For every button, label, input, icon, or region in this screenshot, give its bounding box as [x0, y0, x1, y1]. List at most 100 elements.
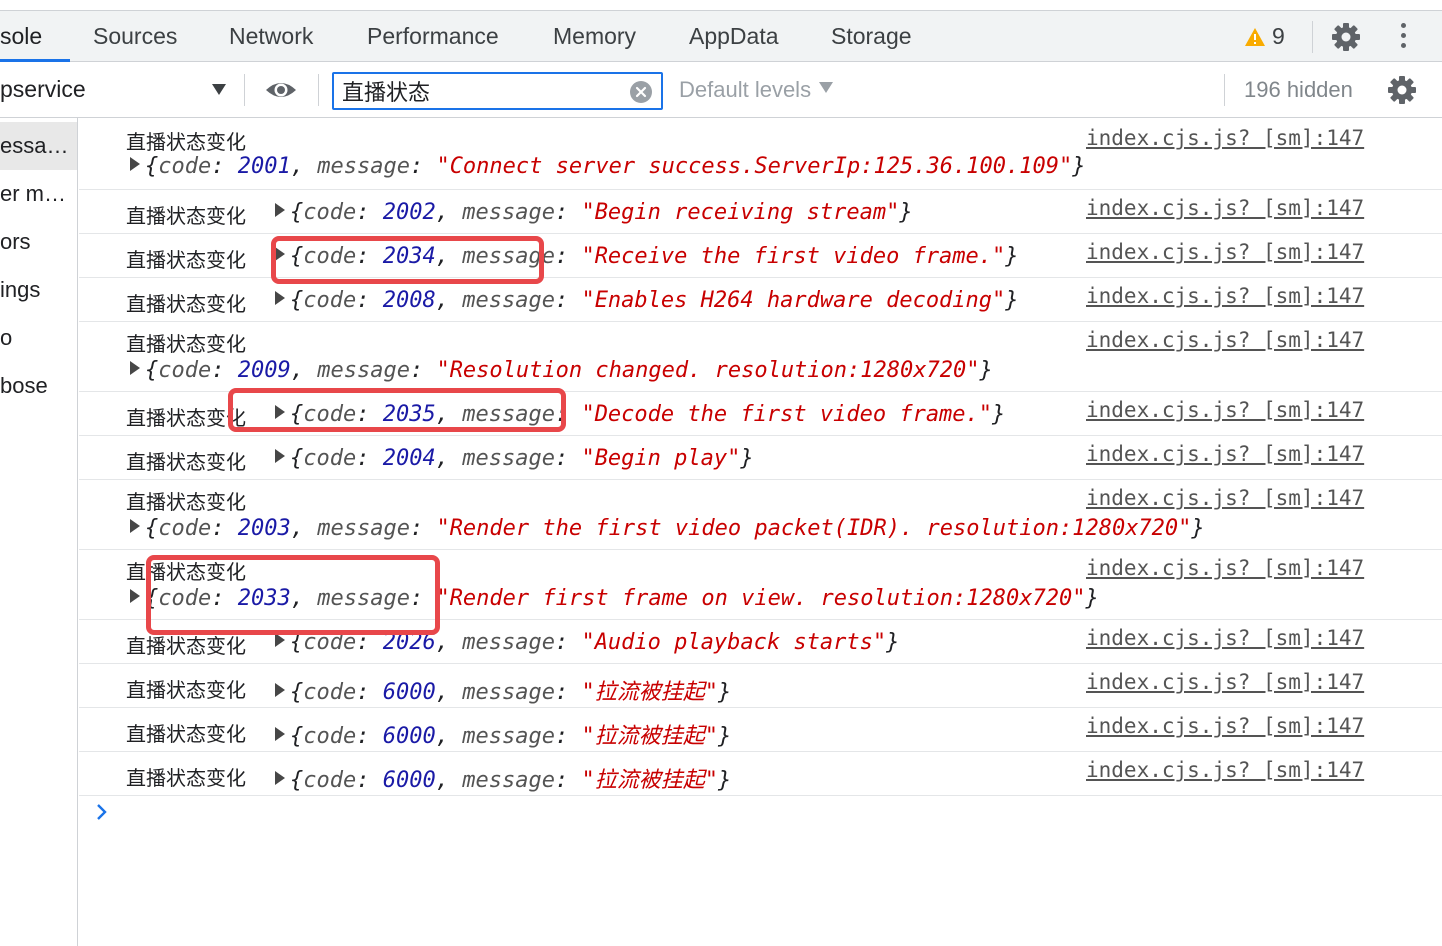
- source-link[interactable]: index.cjs.js? [sm]:147: [1086, 758, 1364, 782]
- console-message-row: 直播状态变化 {code: 2001, message: "Connect se…: [79, 118, 1442, 190]
- console-prompt-chevron-icon[interactable]: [95, 802, 109, 822]
- console-sidebar: essa… er m… ors ings o bose: [0, 118, 78, 946]
- message-object[interactable]: {code: 2002, message: "Begin receiving s…: [275, 200, 913, 225]
- expand-triangle-icon[interactable]: [130, 519, 140, 533]
- expand-triangle-icon[interactable]: [275, 771, 285, 785]
- message-code: 2003: [237, 516, 291, 541]
- message-code: 2008: [382, 288, 436, 313]
- message-object[interactable]: {code: 2004, message: "Begin play"}: [275, 446, 754, 471]
- message-object[interactable]: {code: 6000, message: "拉流被挂起"}: [275, 674, 731, 706]
- log-levels-dropdown[interactable]: Default levels: [679, 62, 834, 117]
- message-label: 直播状态变化: [126, 678, 246, 702]
- expand-triangle-icon[interactable]: [275, 683, 285, 697]
- message-object[interactable]: {code: 6000, message: "拉流被挂起"}: [275, 718, 731, 750]
- expand-triangle-icon[interactable]: [130, 361, 140, 375]
- sidebar-item-messages[interactable]: essa…: [0, 122, 77, 170]
- sidebar-item-info[interactable]: o: [0, 314, 77, 362]
- message-text: Enables H264 hardware decoding: [594, 288, 993, 313]
- expand-triangle-icon[interactable]: [275, 633, 285, 647]
- toolbar-divider: [244, 74, 245, 106]
- message-object[interactable]: {code: 6000, message: "拉流被挂起"}: [275, 762, 731, 794]
- source-link[interactable]: index.cjs.js? [sm]:147: [1086, 486, 1364, 510]
- message-code: 6000: [382, 768, 436, 793]
- chevron-down-icon[interactable]: [212, 84, 226, 95]
- hidden-messages-count: 196 hidden: [1244, 77, 1353, 102]
- source-link[interactable]: index.cjs.js? [sm]:147: [1086, 284, 1364, 308]
- console-toolbar: pservice Default levels 196 hidden: [0, 62, 1442, 118]
- tab-memory[interactable]: Memory: [553, 11, 636, 62]
- console-message-row: 直播状态变化 {code: 2003, message: "Render the…: [79, 480, 1442, 550]
- message-text: Begin play: [594, 446, 728, 471]
- console-message-row: 直播状态变化 {code: 6000, message: "拉流被挂起"} in…: [79, 752, 1442, 796]
- message-label: 直播状态变化: [126, 130, 246, 154]
- toolbar-divider: [318, 74, 319, 106]
- eye-icon[interactable]: [264, 79, 298, 101]
- sidebar-item-user-messages[interactable]: er m…: [0, 170, 77, 218]
- message-text: 拉流被挂起: [594, 768, 705, 793]
- context-selector[interactable]: pservice: [0, 62, 86, 117]
- message-code: 6000: [382, 680, 436, 705]
- source-link[interactable]: index.cjs.js? [sm]:147: [1086, 196, 1364, 220]
- tab-sources[interactable]: Sources: [93, 11, 177, 62]
- source-link[interactable]: index.cjs.js? [sm]:147: [1086, 240, 1364, 264]
- expand-triangle-icon[interactable]: [275, 449, 285, 463]
- kebab-menu-icon[interactable]: [1396, 23, 1410, 51]
- message-label: 直播状态变化: [126, 450, 246, 474]
- message-object[interactable]: {code: 2008, message: "Enables H264 hard…: [275, 288, 1019, 313]
- message-text: Receive the first video frame.: [594, 244, 993, 269]
- warnings-counter[interactable]: 9: [1244, 11, 1285, 62]
- filter-input[interactable]: [342, 76, 622, 106]
- expand-triangle-icon[interactable]: [275, 291, 285, 305]
- message-text: Connect server success.ServerIp:125.36.1…: [449, 154, 1059, 179]
- source-link[interactable]: index.cjs.js? [sm]:147: [1086, 328, 1364, 352]
- message-label: 直播状态变化: [126, 204, 246, 228]
- source-link[interactable]: index.cjs.js? [sm]:147: [1086, 442, 1364, 466]
- source-link[interactable]: index.cjs.js? [sm]:147: [1086, 670, 1364, 694]
- source-link[interactable]: index.cjs.js? [sm]:147: [1086, 398, 1364, 422]
- gear-icon[interactable]: [1331, 22, 1361, 52]
- tab-performance[interactable]: Performance: [367, 11, 499, 62]
- tab-storage[interactable]: Storage: [831, 11, 912, 62]
- message-text: Decode the first video frame.: [594, 402, 979, 427]
- message-code: 6000: [382, 724, 436, 749]
- message-object[interactable]: {code: 2009, message: "Resolution change…: [130, 358, 993, 383]
- sidebar-item-warnings[interactable]: ings: [0, 266, 77, 314]
- clear-input-icon[interactable]: [630, 81, 652, 103]
- sidebar-item-errors[interactable]: ors: [0, 218, 77, 266]
- message-label: 直播状态变化: [126, 332, 246, 356]
- message-text: 拉流被挂起: [594, 680, 705, 705]
- expand-triangle-icon[interactable]: [130, 589, 140, 603]
- log-levels-label: Default levels: [679, 77, 812, 102]
- message-text: Render first frame on view. resolution:1…: [449, 586, 1073, 611]
- message-object[interactable]: {code: 2003, message: "Render the first …: [130, 516, 1205, 541]
- console-message-row: 直播状态变化 {code: 2008, message: "Enables H2…: [79, 278, 1442, 322]
- console-message-row: 直播状态变化 {code: 2009, message: "Resolution…: [79, 322, 1442, 392]
- sidebar-item-verbose[interactable]: bose: [0, 362, 77, 410]
- console-message-row: 直播状态变化 {code: 2004, message: "Begin play…: [79, 436, 1442, 480]
- source-link[interactable]: index.cjs.js? [sm]:147: [1086, 126, 1364, 150]
- message-code: 2002: [382, 200, 436, 225]
- console-message-row: 直播状态变化 {code: 6000, message: "拉流被挂起"} in…: [79, 664, 1442, 708]
- message-text: Resolution changed. resolution:1280x720: [449, 358, 967, 383]
- message-code: 2009: [237, 358, 291, 383]
- expand-triangle-icon[interactable]: [275, 727, 285, 741]
- console-message-row: 直播状态变化 {code: 2002, message: "Begin rece…: [79, 190, 1442, 234]
- message-text: Begin receiving stream: [594, 200, 887, 225]
- message-label: 直播状态变化: [126, 248, 246, 272]
- expand-triangle-icon[interactable]: [130, 157, 140, 171]
- source-link[interactable]: index.cjs.js? [sm]:147: [1086, 556, 1364, 580]
- console-message-row: 直播状态变化 {code: 6000, message: "拉流被挂起"} in…: [79, 708, 1442, 752]
- annotation-box: [271, 236, 544, 284]
- source-link[interactable]: index.cjs.js? [sm]:147: [1086, 714, 1364, 738]
- console-filter-box[interactable]: [332, 72, 663, 110]
- message-code: 2001: [237, 154, 291, 179]
- tab-appdata[interactable]: AppData: [689, 11, 779, 62]
- message-label: 直播状态变化: [126, 722, 246, 746]
- message-label: 直播状态变化: [126, 292, 246, 316]
- tab-console[interactable]: sole: [0, 11, 42, 62]
- message-object[interactable]: {code: 2001, message: "Connect server su…: [130, 154, 1085, 179]
- source-link[interactable]: index.cjs.js? [sm]:147: [1086, 626, 1364, 650]
- gear-icon[interactable]: [1387, 75, 1417, 105]
- expand-triangle-icon[interactable]: [275, 203, 285, 217]
- tab-network[interactable]: Network: [229, 11, 313, 62]
